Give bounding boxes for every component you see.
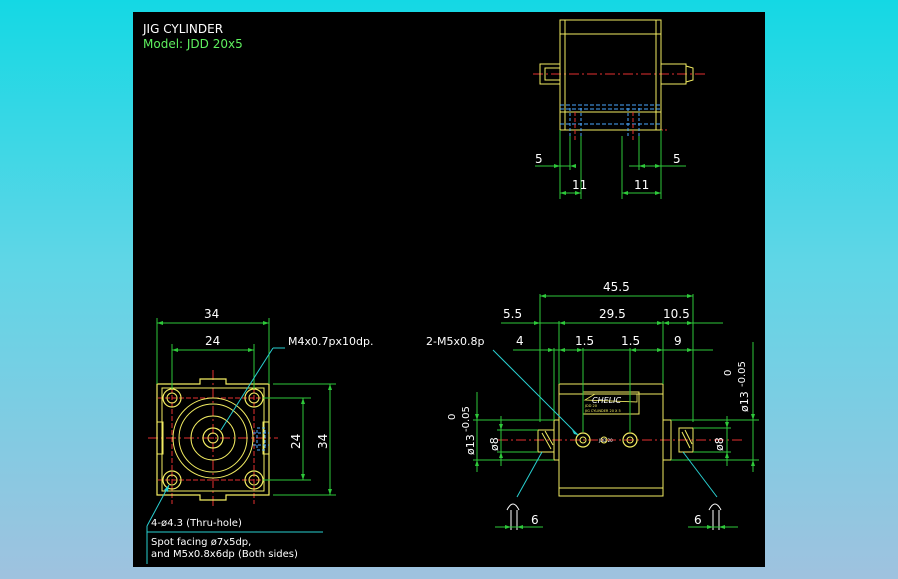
- dim-side-tol-right-lower: -0.05: [737, 361, 748, 387]
- dim-top-right-11: 11: [634, 178, 649, 192]
- cad-drawing-canvas[interactable]: JIG CYLINDER Model: JDD 20x5 5 5 11 11 3…: [133, 12, 765, 567]
- dim-side-29-5: 29.5: [599, 307, 626, 321]
- drawing-title: JIG CYLINDER: [142, 22, 223, 36]
- dim-side-45-5: 45.5: [603, 280, 630, 294]
- dim-side-tol-left-lower: -0.05: [461, 406, 472, 432]
- note-tap: M4x0.7px10dp.: [288, 335, 373, 348]
- dim-front-vertical-24: 24: [289, 434, 303, 449]
- note-spot-thread: and M5x0.8x6dp (Both sides): [151, 549, 298, 560]
- dim-side-dia8-right: ø8: [713, 437, 726, 451]
- note-spot-facing: Spot facing ø7x5dp,: [151, 537, 251, 548]
- dim-top-left-5: 5: [535, 152, 543, 166]
- dim-side-tol-right-upper: 0: [723, 370, 734, 376]
- dim-top-left-11: 11: [572, 178, 587, 192]
- dim-side-dia13-right: ø13: [738, 391, 751, 412]
- dim-side-5-5: 5.5: [503, 307, 522, 321]
- top-view: [533, 19, 708, 199]
- dim-side-bottom-6-left: 6: [531, 513, 539, 527]
- cad-drawing: JIG CYLINDER Model: JDD 20x5 5 5 11 11 3…: [142, 19, 759, 564]
- dim-side-dia8-left: ø8: [488, 437, 501, 451]
- port-body-label: JDD 20: [598, 438, 613, 443]
- dim-side-bottom-6-right: 6: [694, 513, 702, 527]
- note-port-thread: 2-M5x0.8p: [426, 335, 484, 348]
- dim-side-4: 4: [516, 334, 524, 348]
- model-label: Model: JDD 20x5: [143, 37, 243, 51]
- dim-front-24: 24: [205, 334, 220, 348]
- dim-side-1-5-right: 1.5: [621, 334, 640, 348]
- dim-side-10-5: 10.5: [663, 307, 690, 321]
- dim-side-dia13-left: ø13: [464, 434, 477, 455]
- dim-side-1-5-left: 1.5: [575, 334, 594, 348]
- dim-front-vertical-34: 34: [316, 434, 330, 449]
- dim-front-34: 34: [204, 307, 219, 321]
- dim-side-9: 9: [674, 334, 682, 348]
- note-thru-holes: 4-ø4.3 (Thru-hole): [151, 518, 242, 529]
- plate-model: JDD 20: [584, 404, 597, 408]
- plate-description: JIG CYLINDER 20 X 5: [584, 409, 621, 413]
- dim-side-tol-left-upper: 0: [447, 414, 458, 420]
- dim-top-right-5: 5: [673, 152, 681, 166]
